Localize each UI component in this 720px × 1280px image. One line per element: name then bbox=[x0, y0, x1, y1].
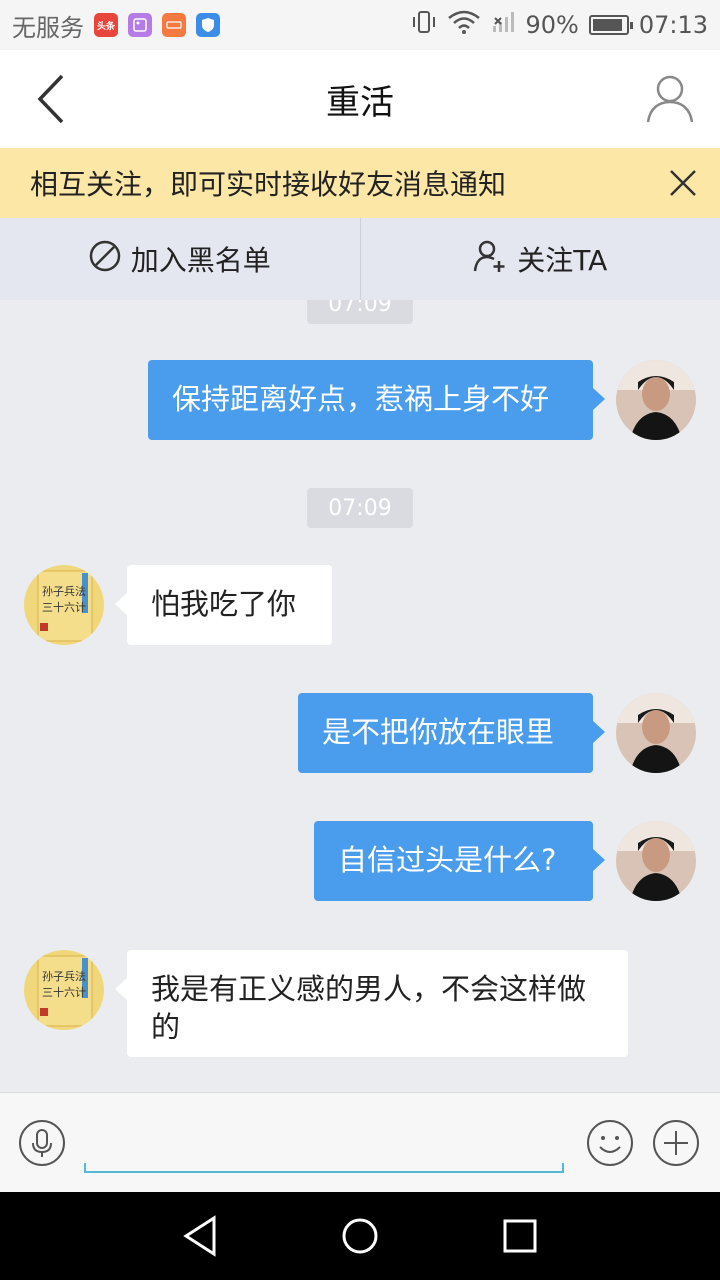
outgoing-message-bubble[interactable]: 是不把你放在眼里 bbox=[298, 693, 605, 773]
clock: 07:13 bbox=[638, 11, 708, 39]
message-input[interactable] bbox=[84, 1115, 564, 1173]
follow-notice-bar: 相互关注，即可实时接收好友消息通知 bbox=[0, 148, 720, 218]
toutiao-app-icon: 头条 bbox=[94, 13, 118, 37]
system-navigation-bar bbox=[0, 1192, 720, 1280]
timestamp: 07:09 bbox=[307, 488, 413, 528]
gallery-app-icon bbox=[128, 13, 152, 37]
vibrate-icon bbox=[411, 10, 437, 40]
incoming-message-bubble[interactable]: 我是有正义感的男人，不会这样做的 bbox=[115, 950, 628, 1057]
block-icon bbox=[89, 240, 121, 279]
contact-avatar[interactable]: 孙子兵法 三十六计 bbox=[24, 565, 104, 645]
signal-icon bbox=[491, 10, 515, 40]
follow-label: 关注TA bbox=[517, 244, 608, 277]
battery-icon bbox=[588, 15, 633, 35]
svg-text:三十六计: 三十六计 bbox=[42, 985, 86, 999]
action-bar: 加入黑名单 关注TA bbox=[0, 218, 720, 300]
close-icon[interactable] bbox=[668, 168, 698, 198]
news-app-icon bbox=[162, 13, 186, 37]
input-edge-left bbox=[84, 1163, 86, 1173]
input-edge-right bbox=[562, 1163, 564, 1173]
status-right: 90% 07:13 bbox=[411, 10, 708, 40]
back-button[interactable] bbox=[30, 72, 74, 126]
carrier-text: 无服务 bbox=[12, 13, 84, 42]
blacklist-label: 加入黑名单 bbox=[130, 244, 271, 277]
svg-text:孙子兵法: 孙子兵法 bbox=[42, 969, 86, 983]
microphone-icon[interactable] bbox=[18, 1119, 66, 1167]
my-avatar[interactable] bbox=[616, 360, 696, 440]
back-triangle-icon[interactable] bbox=[178, 1214, 222, 1258]
contact-avatar[interactable]: 孙子兵法 三十六计 bbox=[24, 950, 104, 1030]
battery-percent: 90% bbox=[525, 11, 579, 39]
my-avatar[interactable] bbox=[616, 821, 696, 901]
add-to-blacklist-button[interactable]: 加入黑名单 bbox=[0, 218, 360, 300]
outgoing-message-bubble[interactable]: 保持距离好点，惹祸上身不好 bbox=[148, 360, 605, 440]
my-avatar[interactable] bbox=[616, 693, 696, 773]
profile-icon[interactable] bbox=[646, 74, 694, 124]
chat-message-list[interactable]: 07:09 保持距离好点，惹祸上身不好 07:09 孙子兵法 三十六计 怕我吃了你… bbox=[0, 300, 720, 1092]
status-left: 无服务 头条 bbox=[12, 8, 220, 43]
add-attachment-icon[interactable] bbox=[652, 1119, 700, 1167]
incoming-message-bubble[interactable]: 怕我吃了你 bbox=[115, 565, 332, 645]
follow-button[interactable]: 关注TA bbox=[361, 218, 720, 300]
timestamp: 07:09 bbox=[307, 300, 413, 324]
message-input-bar bbox=[0, 1092, 720, 1192]
recents-square-icon[interactable] bbox=[498, 1214, 542, 1258]
outgoing-message-bubble[interactable]: 自信过头是什么? bbox=[314, 821, 605, 901]
svg-text:三十六计: 三十六计 bbox=[42, 600, 86, 614]
chat-header: 重活 bbox=[0, 50, 720, 148]
wifi-icon bbox=[447, 10, 481, 40]
home-circle-icon[interactable] bbox=[338, 1214, 382, 1258]
notice-text: 相互关注，即可实时接收好友消息通知 bbox=[30, 168, 507, 201]
page-title: 重活 bbox=[326, 82, 394, 123]
status-bar: 无服务 头条 90% 07:13 bbox=[0, 0, 720, 50]
shield-app-icon bbox=[196, 13, 220, 37]
add-user-icon bbox=[473, 239, 507, 280]
emoji-icon[interactable] bbox=[586, 1119, 634, 1167]
svg-text:孙子兵法: 孙子兵法 bbox=[42, 584, 86, 598]
toutiao-app-label: 头条 bbox=[96, 21, 115, 32]
